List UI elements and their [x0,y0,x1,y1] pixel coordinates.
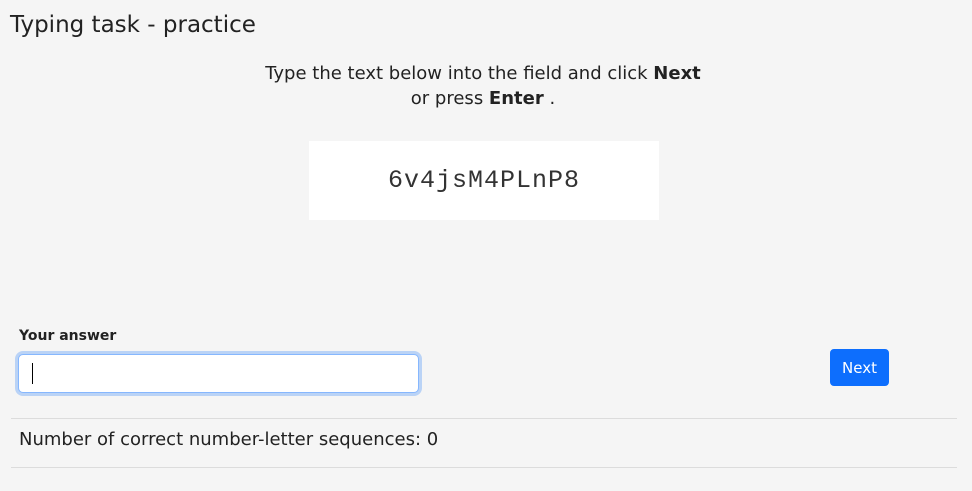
code-display-box: 6v4jsM4PLnP8 [309,141,659,220]
text-caret [32,363,33,384]
divider-bottom [11,467,957,468]
instructions: Type the text below into the field and c… [0,61,966,111]
divider-top [11,418,957,419]
instructions-enter-word: Enter [488,88,544,109]
instructions-line-1: Type the text below into the field and c… [0,61,966,86]
instructions-text-1: Type the text below into the field and c… [265,63,654,84]
score-value: 0 [426,429,439,450]
code-text: 6v4jsM4PLnP8 [387,166,581,195]
score-label: Number of correct number-letter sequence… [19,429,427,450]
answer-input[interactable] [18,354,419,393]
page-title: Typing task - practice [10,12,256,38]
instructions-text-3: . [543,88,556,109]
score-line: Number of correct number-letter sequence… [19,429,438,450]
instructions-line-2: or press Enter . [0,86,966,111]
next-button[interactable]: Next [830,349,889,386]
answer-label: Your answer [19,328,117,344]
instructions-next-word: Next [653,63,701,84]
instructions-text-2: or press [410,88,489,109]
